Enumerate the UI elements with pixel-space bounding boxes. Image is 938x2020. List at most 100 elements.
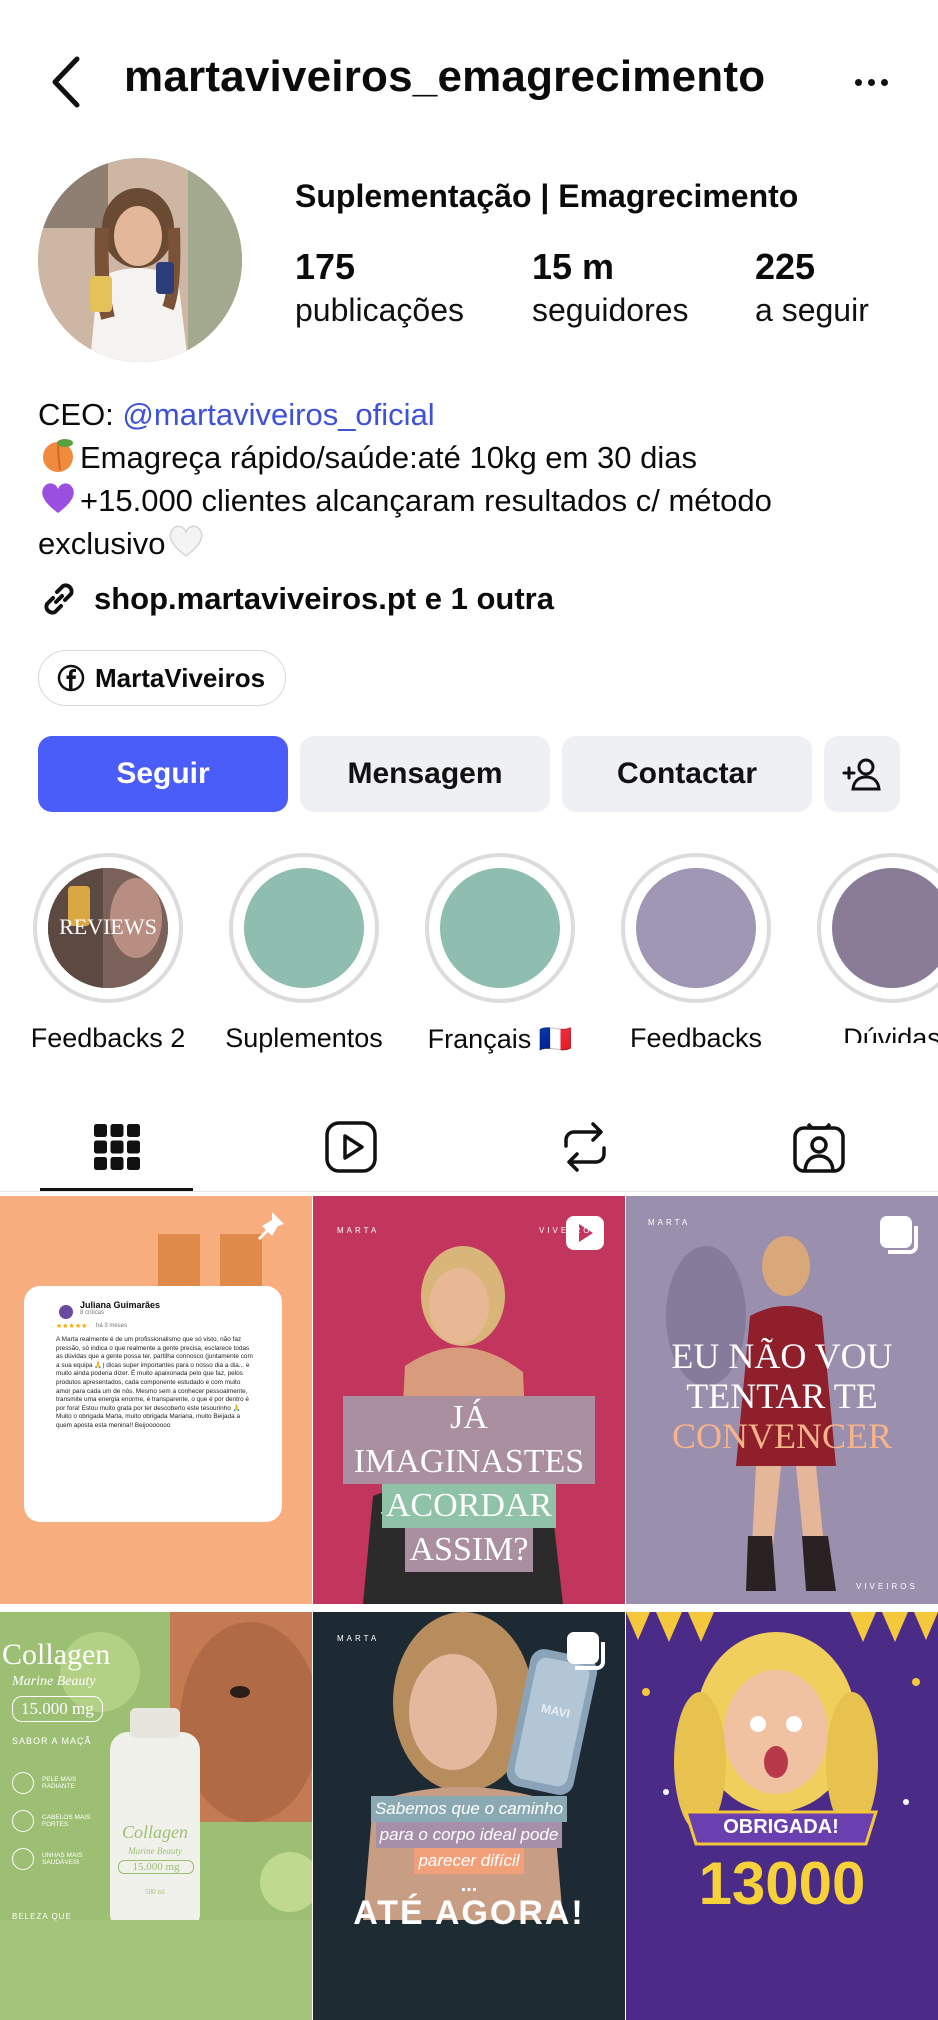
- product-flavor: SABOR A MAÇÃ: [12, 1736, 92, 1746]
- bottle-volume: 500 ml: [145, 1888, 165, 1896]
- review-stars: ★★★★★: [56, 1323, 88, 1330]
- post-carousel-convencer[interactable]: MARTA VIVEIROS EU NÃO VOU TENTAR TE CONV…: [626, 1196, 938, 1604]
- review-body: A Marta realmente é de um profissionalis…: [56, 1336, 253, 1429]
- tab-posts-grid[interactable]: [0, 1102, 234, 1192]
- benefit-item: CABELOS MAIS FORTES: [12, 1810, 92, 1832]
- tab-tagged[interactable]: [702, 1102, 936, 1192]
- product-dose: 15.000 mg: [12, 1696, 103, 1722]
- highlight-cover: [636, 868, 756, 988]
- stat-value: 175: [295, 246, 356, 287]
- bio-ceo-prefix: CEO:: [38, 397, 123, 432]
- highlight-cover: [244, 868, 364, 988]
- tab-reposts[interactable]: [468, 1102, 702, 1192]
- highlight-cover-text: REVIEWS: [59, 914, 157, 939]
- bottle-title: Collagen: [122, 1822, 188, 1842]
- highlight-label: Feedbacks 2: [30, 1023, 186, 1053]
- caption-line-3: parecer difícil: [414, 1848, 524, 1874]
- celebration-banner: OBRIGADA!: [723, 1816, 839, 1838]
- benefit-item: PELE MAIS RADIANTE: [12, 1772, 92, 1794]
- review-name: Juliana Guimarães: [80, 1300, 161, 1310]
- more-options-button[interactable]: [845, 58, 897, 106]
- brand-left: MARTA: [648, 1218, 691, 1227]
- chevron-left-icon: [52, 56, 80, 108]
- carousel-line-3: CONVENCER: [671, 1416, 892, 1456]
- benefit-item: UNHAS MAIS SAUDÁVEIS: [12, 1848, 92, 1870]
- facebook-profile-chip[interactable]: MartaViveiros: [38, 650, 287, 706]
- highlight-label: Feedbacks: [629, 1023, 763, 1053]
- purple-heart-icon: [42, 483, 74, 513]
- tab-reels[interactable]: [234, 1102, 468, 1192]
- stat-value: 15 m: [532, 246, 615, 287]
- avatar-image: [38, 158, 242, 362]
- tab-divider: [0, 1191, 938, 1192]
- stat-label: publicações: [295, 292, 464, 328]
- highlight-duvidas[interactable]: Dúvidas: [817, 853, 938, 1043]
- product-benefits: PELE MAIS RADIANTE CABELOS MAIS FORTES U…: [12, 1772, 92, 1870]
- grid-icon: [94, 1124, 140, 1170]
- brand-left: MARTA: [337, 1634, 380, 1643]
- dot: [867, 78, 875, 86]
- contact-button[interactable]: Contactar: [562, 736, 812, 812]
- profile-link[interactable]: shop.martaviveiros.pt e 1 outra: [38, 578, 554, 620]
- post-celebration-13000[interactable]: OBRIGADA! 13000: [626, 1612, 938, 2020]
- post-carousel-ate-agora[interactable]: MARTA MAVI Sabemos que o caminho para o …: [313, 1612, 625, 2020]
- brand-right: VIVEIROS: [856, 1582, 918, 1591]
- benefit-text: PELE MAIS RADIANTE: [42, 1776, 77, 1790]
- suggested-accounts-button[interactable]: [824, 736, 900, 812]
- profile-username: martaviveiros_emagrecimento: [124, 52, 766, 101]
- highlight-label: Dúvidas: [843, 1023, 938, 1043]
- white-heart-icon: [169, 525, 202, 557]
- facebook-icon: [57, 664, 85, 692]
- reel-line-1: JÁ IMAGINASTES: [343, 1396, 595, 1484]
- dot: [880, 78, 888, 86]
- benefit-icon: [12, 1810, 34, 1832]
- reels-icon: [325, 1121, 377, 1173]
- review-sub: 8 críticas: [80, 1310, 105, 1316]
- highlight-label: Français 🇫🇷: [427, 1024, 573, 1054]
- bio-line-3: +15.000 clientes alcançaram resultados c…: [38, 479, 908, 522]
- add-user-icon: [842, 758, 881, 791]
- stat-value: 225: [755, 246, 816, 287]
- ceo-mention-link[interactable]: @martaviveiros_oficial: [122, 397, 434, 432]
- back-button[interactable]: [40, 52, 92, 112]
- highlight-feedbacks-2[interactable]: REVIEWS Feedbacks 2: [31, 853, 185, 1054]
- highlight-suplementos[interactable]: Suplementos: [225, 853, 383, 1054]
- carousel-line-2: TENTAR TE: [686, 1376, 878, 1416]
- more-horizontal-icon: [854, 78, 862, 86]
- peach-emoji-icon: [43, 439, 73, 472]
- highlight-cover: [440, 868, 560, 988]
- tagged-person-icon: [793, 1122, 845, 1173]
- avatar[interactable]: [38, 158, 242, 362]
- reel-line-2: ACORDAR: [381, 1484, 557, 1528]
- message-button[interactable]: Mensagem: [300, 736, 550, 812]
- caption-line-2: para o corpo ideal pode: [375, 1822, 563, 1848]
- caption-line-1: Sabemos que o caminho: [370, 1796, 568, 1822]
- follow-button[interactable]: Seguir: [38, 736, 288, 812]
- product-title: Collagen: [2, 1638, 111, 1671]
- carousel-caption: Sabemos que o caminho para o corpo ideal…: [353, 1796, 585, 1874]
- highlight-ring: [621, 853, 771, 1003]
- benefit-icon: [12, 1848, 34, 1870]
- display-name: Suplementação | Emagrecimento: [295, 178, 799, 214]
- bottle-subtitle: Marine Beauty: [128, 1846, 182, 1856]
- stat-label: seguidores: [532, 292, 689, 328]
- stat-posts[interactable]: 175 publicações: [295, 245, 464, 331]
- highlight-francais[interactable]: Français 🇫🇷: [425, 853, 575, 1055]
- post-collagen-product[interactable]: Collagen Marine Beauty 15.000 mg SABOR A…: [0, 1612, 312, 2020]
- bottle-dose: 15.000 mg: [118, 1860, 194, 1874]
- post-review[interactable]: Juliana Guimarães 8 críticas ★★★★★ há 3 …: [0, 1196, 312, 1604]
- reel-headline: JÁ IMAGINASTES ACORDAR ASSIM?: [343, 1396, 595, 1572]
- stat-following[interactable]: 225 a seguir: [755, 245, 869, 331]
- highlight-label: Suplementos: [225, 1023, 383, 1053]
- stat-label: a seguir: [755, 292, 869, 328]
- link-icon: [44, 583, 74, 615]
- bio-line-2-text: Emagreça rápido/saúde:até 10kg em 30 dia…: [80, 440, 697, 475]
- facebook-name: MartaViveiros: [95, 662, 266, 693]
- stat-followers[interactable]: 15 m seguidores: [532, 245, 689, 331]
- highlight-feedbacks[interactable]: Feedbacks: [621, 853, 771, 1054]
- highlight-cover: [832, 868, 938, 988]
- bio-line-ceo: CEO: @martaviveiros_oficial: [38, 393, 908, 436]
- post-reel-acordar[interactable]: MARTA VIVEIROS JÁ IMAGINASTES ACORDAR AS…: [313, 1196, 625, 1604]
- bio-line-4: exclusivo: [38, 522, 908, 565]
- bio-line-3-text: +15.000 clientes alcançaram resultados c…: [80, 483, 772, 518]
